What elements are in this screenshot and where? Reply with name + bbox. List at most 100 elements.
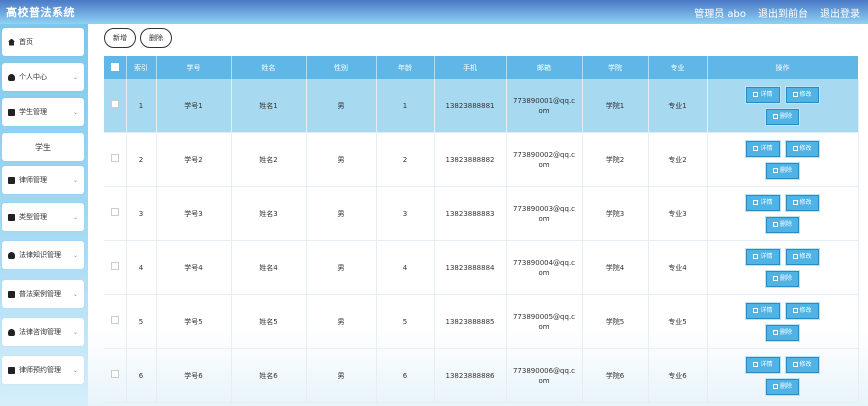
- cell-xh: 学号5: [156, 294, 232, 349]
- sidebar-item-2[interactable]: 学生管理 ⌄: [2, 98, 84, 126]
- sidebar-item-label: 个人中心: [19, 73, 47, 81]
- cell-zy: 专业1: [648, 79, 708, 133]
- edit-button[interactable]: 修改: [785, 86, 819, 103]
- cell-xy: 学院4: [582, 240, 649, 295]
- logout-link[interactable]: 退出登录: [820, 5, 860, 20]
- detail-button[interactable]: 详情: [746, 194, 780, 211]
- student-table: 索引 学号 姓名 性别 年龄 手机 邮箱 学院 专业 操作 1 学号1 姓名1 男 1 1382388888…: [104, 56, 859, 403]
- row-checkbox[interactable]: [110, 154, 119, 162]
- row-delete-button[interactable]: 删除: [765, 378, 799, 395]
- sidebar-item-6[interactable]: 法律知识管理 ⌄: [2, 241, 84, 269]
- row-checkbox[interactable]: [110, 262, 119, 270]
- cell-xh: 学号1: [156, 79, 232, 133]
- sidebar-item-7[interactable]: 普法案例管理 ⌄: [2, 280, 84, 308]
- delete-button[interactable]: 删除: [140, 28, 172, 48]
- row-checkbox-cell: [104, 79, 127, 133]
- chevron-down-icon: ⌄: [72, 251, 78, 259]
- chevron-down-icon: ⌄: [72, 108, 78, 116]
- edit-button[interactable]: 修改: [785, 302, 819, 319]
- column-header-0[interactable]: [104, 56, 127, 79]
- detail-button[interactable]: 详情: [746, 302, 780, 319]
- cell-yx: 773890001@qq.com: [506, 79, 583, 133]
- table-row[interactable]: 1 学号1 姓名1 男 1 13823888881 773890001@qq.com 学院1 专…: [104, 79, 859, 133]
- edit-button-label: 修改: [799, 90, 812, 98]
- cell-xh: 学号4: [156, 240, 232, 295]
- cell-xm: 姓名4: [231, 240, 307, 295]
- grid-icon: [8, 290, 15, 298]
- table-row[interactable]: 6 学号6 姓名6 男 6 13823888886 773890006@qq.com 学院6 专…: [104, 348, 859, 403]
- user-icon: [8, 73, 15, 81]
- row-delete-button[interactable]: 删除: [765, 324, 799, 341]
- cell-xy: 学院6: [582, 348, 649, 403]
- detail-button[interactable]: 详情: [746, 140, 780, 157]
- toolbar: 新增 删除: [104, 28, 172, 48]
- table-row[interactable]: 2 学号2 姓名2 男 2 13823888882 773890002@qq.com 学院2 专…: [104, 132, 859, 187]
- detail-button[interactable]: 详情: [746, 86, 780, 103]
- top-bar: 高校普法系统 管理员 abo 退出到前台 退出登录: [0, 0, 868, 24]
- sidebar-item-4[interactable]: 律师管理 ⌄: [2, 166, 84, 194]
- sidebar-item-label: 律师预约管理: [19, 366, 61, 374]
- detail-button-label: 详情: [760, 198, 773, 206]
- trash-icon: [772, 114, 778, 119]
- cell-nl: 1: [376, 79, 435, 133]
- row-checkbox[interactable]: [110, 370, 119, 378]
- cell-xm: 姓名5: [231, 294, 307, 349]
- table-row[interactable]: 4 学号4 姓名4 男 4 13823888884 773890004@qq.com 学院4 专…: [104, 240, 859, 295]
- column-header-2: 学号: [156, 56, 232, 79]
- column-header-4: 性别: [306, 56, 377, 79]
- row-checkbox[interactable]: [110, 208, 119, 216]
- detail-button-label: 详情: [760, 90, 773, 98]
- row-delete-button[interactable]: 删除: [765, 216, 799, 233]
- detail-button[interactable]: 详情: [746, 356, 780, 373]
- chevron-down-icon: ⌄: [72, 213, 78, 221]
- cell-xy: 学院1: [582, 79, 649, 133]
- document-icon: [753, 200, 759, 205]
- cell-xy: 学院5: [582, 294, 649, 349]
- edit-button[interactable]: 修改: [785, 194, 819, 211]
- sidebar-item-3[interactable]: 学生: [2, 133, 84, 161]
- select-all-checkbox[interactable]: [110, 62, 119, 71]
- detail-button[interactable]: 详情: [746, 248, 780, 265]
- table-row[interactable]: 3 学号3 姓名3 男 3 13823888883 773890003@qq.com 学院3 专…: [104, 186, 859, 241]
- sidebar-item-5[interactable]: 类型管理 ⌄: [2, 203, 84, 231]
- sidebar-item-1[interactable]: 个人中心 ⌄: [2, 63, 84, 91]
- cell-yx: 773890005@qq.com: [506, 294, 583, 349]
- user-label: 管理员 abo: [694, 8, 746, 20]
- home-icon: [8, 38, 15, 46]
- cell-zy: 专业3: [648, 186, 708, 241]
- edit-button[interactable]: 修改: [785, 248, 819, 265]
- cell-zy: 专业2: [648, 132, 708, 187]
- cell-operations: 详情 修改删除: [707, 240, 859, 295]
- cell-xy: 学院3: [582, 186, 649, 241]
- row-checkbox-cell: [104, 132, 127, 187]
- edit-button-label: 修改: [799, 144, 812, 152]
- trash-icon: [772, 384, 778, 389]
- sidebar: 首页 个人中心 ⌄ 学生管理 ⌄ 学生 律师管理 ⌄ 类型管理 ⌄ 法律知识管理 ⌄ 普法案例管理 ⌄ 法律…: [0, 24, 88, 406]
- cell-operations: 详情 修改删除: [707, 294, 859, 349]
- sidebar-item-label: 类型管理: [19, 213, 47, 221]
- sidebar-item-8[interactable]: 法律咨询管理 ⌄: [2, 318, 84, 346]
- cell-nl: 6: [376, 348, 435, 403]
- cell-nl: 3: [376, 186, 435, 241]
- cell-xm: 姓名1: [231, 79, 307, 133]
- sidebar-item-0[interactable]: 首页: [2, 28, 84, 56]
- back-to-front-link[interactable]: 退出到前台: [758, 5, 808, 20]
- row-delete-button[interactable]: 删除: [765, 270, 799, 287]
- cell-sj: 13823888881: [434, 79, 507, 133]
- row-checkbox[interactable]: [110, 100, 119, 108]
- edit-button[interactable]: 修改: [785, 356, 819, 373]
- edit-button-label: 修改: [799, 198, 812, 206]
- table-row[interactable]: 5 学号5 姓名5 男 5 13823888885 773890005@qq.com 学院5 专…: [104, 294, 859, 349]
- sidebar-item-9[interactable]: 律师预约管理 ⌄: [2, 356, 84, 384]
- column-header-8: 学院: [582, 56, 649, 79]
- row-delete-button[interactable]: 删除: [765, 108, 799, 125]
- column-header-3: 姓名: [231, 56, 307, 79]
- cell-sj: 13823888885: [434, 294, 507, 349]
- row-delete-button[interactable]: 删除: [765, 162, 799, 179]
- add-button[interactable]: 新增: [104, 28, 136, 48]
- chevron-down-icon: ⌄: [72, 176, 78, 184]
- edit-button[interactable]: 修改: [785, 140, 819, 157]
- cell-idx: 6: [126, 348, 157, 403]
- user-icon: [8, 328, 15, 336]
- row-checkbox[interactable]: [110, 316, 119, 324]
